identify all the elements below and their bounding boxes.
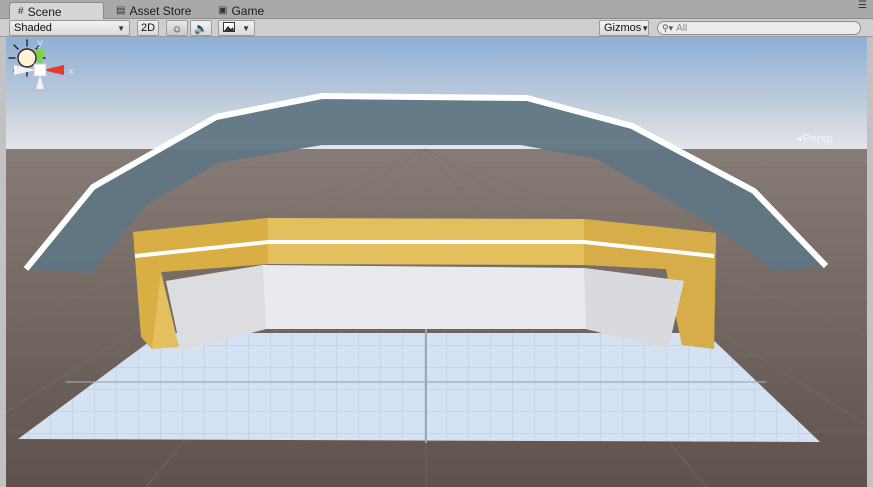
store-icon: ▤ xyxy=(116,5,126,16)
projection-toggle[interactable]: ◂Persp xyxy=(796,132,833,145)
tab-scene-label: Scene xyxy=(27,4,62,19)
scene-effects-dropdown[interactable]: ▼ xyxy=(218,20,255,36)
center-cube[interactable] xyxy=(33,63,47,77)
speaker-icon: 🔈 xyxy=(194,22,208,35)
shading-mode-label: Shaded xyxy=(14,22,52,34)
hierarchy-search-field[interactable]: ⚲▾ All xyxy=(657,21,861,35)
chevron-down-icon: ▼ xyxy=(641,23,650,33)
window-tab-strip: # Scene ▤ Asset Store ▣ Game ☰ xyxy=(0,0,873,20)
chevron-down-icon: ▼ xyxy=(242,23,250,33)
chevron-down-icon: ▼ xyxy=(117,23,125,33)
scene-audio-toggle[interactable]: 🔈 xyxy=(190,20,212,36)
scene-viewport[interactable]: y x ◂Persp xyxy=(6,37,867,487)
axis-y-label: y xyxy=(38,38,43,49)
image-icon xyxy=(223,21,235,35)
axis-negz-cone[interactable] xyxy=(36,75,44,89)
toggle-2d-label: 2D xyxy=(140,22,156,34)
window-menu-icon[interactable]: ☰ xyxy=(858,1,867,11)
scene-render xyxy=(6,37,867,487)
tab-asset-store[interactable]: ▤ Asset Store xyxy=(108,2,199,19)
toggle-2d-button[interactable]: 2D xyxy=(137,20,159,36)
axis-x-label: x xyxy=(69,66,74,76)
tab-game-label: Game xyxy=(231,3,265,18)
search-icon: ⚲▾ xyxy=(662,22,674,33)
projection-label: Persp xyxy=(802,133,834,145)
scene-toolbar: Shaded ▼ 2D ☼ 🔈 ▼ Gizmos ▼ ⚲▾ All xyxy=(0,19,873,37)
axis-negx-cone[interactable] xyxy=(14,65,36,75)
game-icon: ▣ xyxy=(218,5,228,16)
arrow-left-icon: ◂ xyxy=(796,133,802,145)
scene-lighting-toggle[interactable]: ☼ xyxy=(166,20,188,36)
shading-mode-dropdown[interactable]: Shaded ▼ xyxy=(9,20,130,36)
tab-scene[interactable]: # Scene xyxy=(9,2,104,20)
gizmos-label: Gizmos xyxy=(604,22,642,34)
gizmos-dropdown[interactable]: Gizmos ▼ xyxy=(599,20,649,36)
grid-icon: # xyxy=(18,6,24,17)
sun-icon: ☼ xyxy=(171,21,183,35)
tab-game[interactable]: ▣ Game xyxy=(210,2,272,19)
search-placeholder: All xyxy=(676,22,688,34)
scene-orientation-gizmo[interactable]: y x xyxy=(6,37,74,97)
tab-asset-store-label: Asset Store xyxy=(129,3,192,18)
